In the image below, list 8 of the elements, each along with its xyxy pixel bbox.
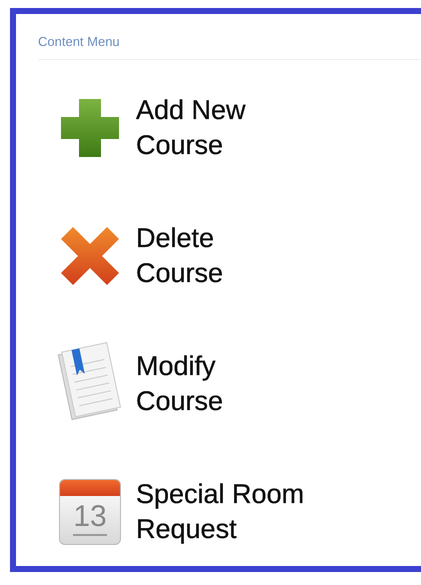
menu-title: Content Menu: [38, 34, 120, 51]
menu-item[interactable]: Modify Course: [136, 349, 286, 419]
cross-icon: [59, 225, 121, 287]
plus-icon: [59, 97, 121, 159]
menu-item[interactable]: Delete Course: [136, 221, 286, 291]
menu-item[interactable]: Add New Course: [136, 93, 286, 163]
calendar-day: 13: [73, 500, 107, 536]
menu-item[interactable]: Special Room Request: [136, 477, 326, 547]
